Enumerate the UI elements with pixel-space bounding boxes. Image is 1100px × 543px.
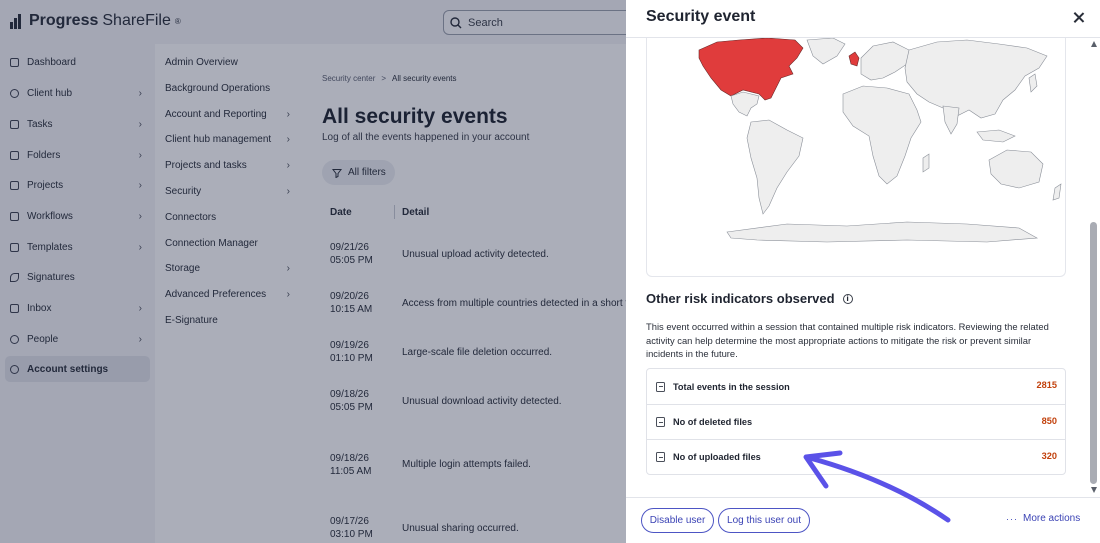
info-icon[interactable]: i — [842, 293, 853, 304]
map-region-central-america — [730, 91, 760, 117]
scrollbar-thumb[interactable] — [1090, 222, 1097, 484]
scroll-up-icon[interactable] — [1091, 41, 1097, 47]
map-region-madagascar — [922, 153, 930, 173]
modal-overlay[interactable] — [0, 0, 626, 543]
stat-value: 320 — [1041, 451, 1057, 461]
risk-description: This event occurred within a session tha… — [646, 321, 1049, 359]
deleted-file-icon — [656, 417, 665, 427]
map-region-greenland — [806, 38, 846, 65]
stat-value: 2815 — [1036, 380, 1057, 390]
map-region-india — [942, 105, 960, 135]
map-region-north-america-highlighted — [698, 38, 804, 101]
disable-user-button[interactable]: Disable user — [641, 508, 714, 533]
more-actions-label: More actions — [1023, 513, 1081, 524]
risk-stats-list: Total events in the session 2815 No of d… — [646, 368, 1066, 475]
risk-section-title-text: Other risk indicators observed — [646, 291, 835, 306]
drawer-title: Security event — [646, 8, 756, 25]
map-region-new-zealand — [1052, 183, 1062, 201]
map-region-antarctica — [726, 221, 1039, 243]
map-region-south-america — [746, 119, 804, 215]
map-region-australia — [988, 149, 1044, 189]
security-event-drawer: Security event Other risk indicators obs… — [626, 0, 1100, 543]
more-actions-button[interactable]: ··· More actions — [1006, 513, 1080, 524]
stat-label: No of uploaded files — [673, 452, 761, 462]
stat-row-total-events: Total events in the session 2815 — [647, 369, 1065, 404]
scroll-down-icon[interactable] — [1091, 487, 1097, 493]
log-user-out-button[interactable]: Log this user out — [718, 508, 810, 533]
more-dots-icon: ··· — [1006, 513, 1018, 524]
map-region-africa — [842, 85, 922, 185]
world-map-card — [646, 38, 1066, 277]
drawer-footer-divider — [626, 497, 1100, 498]
map-region-uk-highlighted — [848, 51, 860, 67]
map-region-europe — [860, 41, 910, 81]
stat-row-uploaded-files: No of uploaded files 320 — [647, 439, 1065, 474]
stat-value: 850 — [1041, 416, 1057, 426]
world-map — [698, 38, 1062, 243]
stat-row-deleted-files: No of deleted files 850 — [647, 404, 1065, 439]
uploaded-file-icon — [656, 452, 665, 462]
map-region-asia — [904, 39, 1048, 119]
stat-label: Total events in the session — [673, 381, 790, 392]
stat-label: No of deleted files — [673, 417, 753, 427]
events-list-icon — [656, 381, 665, 392]
risk-section-title: Other risk indicators observed i — [646, 291, 853, 306]
map-region-indonesia — [976, 129, 1016, 143]
map-region-japan — [1028, 73, 1038, 93]
close-icon[interactable] — [1072, 11, 1086, 25]
